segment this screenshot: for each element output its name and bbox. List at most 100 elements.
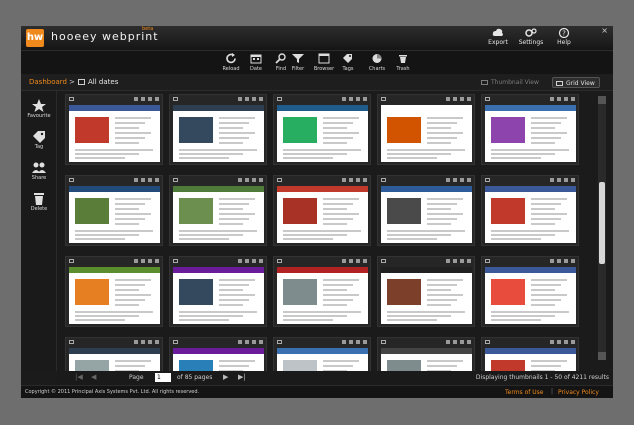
select-checkbox[interactable]: [485, 178, 490, 182]
settings-button[interactable]: Settings: [514, 28, 548, 49]
thumbnail-card[interactable]: [65, 256, 163, 327]
delete-icon[interactable]: [363, 259, 367, 263]
select-checkbox[interactable]: [381, 178, 386, 182]
delete-icon[interactable]: [467, 97, 471, 101]
page-thumbnail-image[interactable]: [485, 348, 576, 372]
delete-icon[interactable]: [571, 178, 575, 182]
share-icon[interactable]: [564, 97, 568, 101]
star-icon[interactable]: [550, 178, 554, 182]
tag-icon[interactable]: [557, 97, 561, 101]
page-thumbnail-image[interactable]: [381, 105, 472, 162]
favourite-button[interactable]: Favourite: [21, 97, 57, 125]
page-thumbnail-image[interactable]: [69, 105, 160, 162]
page-thumbnail-image[interactable]: [485, 186, 576, 243]
thumbnail-card[interactable]: [273, 256, 371, 327]
thumbnail-card[interactable]: [273, 337, 371, 372]
page-thumbnail-image[interactable]: [485, 267, 576, 324]
delete-icon[interactable]: [259, 178, 263, 182]
page-thumbnail-image[interactable]: [277, 186, 368, 243]
help-button[interactable]: ? Help: [547, 28, 581, 49]
star-icon[interactable]: [238, 340, 242, 344]
tag-icon[interactable]: [245, 178, 249, 182]
star-icon[interactable]: [238, 178, 242, 182]
select-checkbox[interactable]: [277, 178, 282, 182]
page-thumbnail-image[interactable]: [381, 186, 472, 243]
delete-icon[interactable]: [155, 97, 159, 101]
thumbnail-card[interactable]: [377, 256, 475, 327]
page-thumbnail-image[interactable]: [173, 267, 264, 324]
first-page-icon[interactable]: |◀: [75, 374, 83, 381]
breadcrumb-dashboard-link[interactable]: Dashboard: [29, 78, 67, 86]
thumbnail-card[interactable]: [65, 94, 163, 165]
date-button[interactable]: Date: [242, 53, 270, 74]
select-checkbox[interactable]: [173, 97, 178, 101]
filter-button[interactable]: Filter: [284, 53, 312, 74]
delete-icon[interactable]: [571, 97, 575, 101]
star-icon[interactable]: [342, 340, 346, 344]
star-icon[interactable]: [134, 259, 138, 263]
share-icon[interactable]: [252, 178, 256, 182]
tag-icon[interactable]: [141, 259, 145, 263]
select-checkbox[interactable]: [381, 97, 386, 101]
tag-icon[interactable]: [453, 97, 457, 101]
thumbnail-card[interactable]: [65, 337, 163, 372]
share-icon[interactable]: [356, 178, 360, 182]
page-thumbnail-image[interactable]: [69, 186, 160, 243]
share-icon[interactable]: [460, 259, 464, 263]
tag-icon[interactable]: [453, 340, 457, 344]
tag-button[interactable]: Tag: [21, 128, 57, 156]
tag-icon[interactable]: [557, 259, 561, 263]
page-thumbnail-image[interactable]: [69, 348, 160, 372]
share-icon[interactable]: [564, 178, 568, 182]
share-icon[interactable]: [252, 340, 256, 344]
page-thumbnail-image[interactable]: [277, 348, 368, 372]
delete-icon[interactable]: [363, 340, 367, 344]
select-checkbox[interactable]: [69, 97, 74, 101]
select-checkbox[interactable]: [485, 259, 490, 263]
select-checkbox[interactable]: [277, 259, 282, 263]
star-icon[interactable]: [550, 259, 554, 263]
select-checkbox[interactable]: [173, 340, 178, 344]
star-icon[interactable]: [342, 97, 346, 101]
page-thumbnail-image[interactable]: [381, 348, 472, 372]
page-number-input[interactable]: [155, 373, 171, 382]
export-button[interactable]: Export: [481, 28, 515, 49]
share-icon[interactable]: [252, 259, 256, 263]
share-icon[interactable]: [148, 340, 152, 344]
delete-icon[interactable]: [363, 97, 367, 101]
share-icon[interactable]: [148, 97, 152, 101]
delete-icon[interactable]: [363, 178, 367, 182]
delete-icon[interactable]: [155, 178, 159, 182]
share-icon[interactable]: [356, 340, 360, 344]
share-icon[interactable]: [460, 97, 464, 101]
delete-icon[interactable]: [259, 340, 263, 344]
tag-icon[interactable]: [141, 97, 145, 101]
select-checkbox[interactable]: [485, 97, 490, 101]
star-icon[interactable]: [550, 340, 554, 344]
share-icon[interactable]: [148, 178, 152, 182]
trash-button[interactable]: Trash: [389, 53, 417, 74]
delete-icon[interactable]: [467, 259, 471, 263]
share-icon[interactable]: [252, 97, 256, 101]
tag-icon[interactable]: [453, 259, 457, 263]
share-icon[interactable]: [460, 178, 464, 182]
thumbnail-card[interactable]: [481, 337, 579, 372]
share-icon[interactable]: [460, 340, 464, 344]
page-thumbnail-image[interactable]: [277, 105, 368, 162]
thumbnail-card[interactable]: [169, 94, 267, 165]
share-icon[interactable]: [356, 97, 360, 101]
star-icon[interactable]: [134, 97, 138, 101]
next-page-icon[interactable]: ▶: [223, 374, 231, 381]
thumbnail-card[interactable]: [273, 175, 371, 246]
vertical-scrollbar[interactable]: [598, 96, 606, 360]
select-checkbox[interactable]: [69, 178, 74, 182]
delete-icon[interactable]: [571, 340, 575, 344]
tag-icon[interactable]: [453, 178, 457, 182]
tag-icon[interactable]: [557, 178, 561, 182]
last-page-icon[interactable]: ▶|: [238, 374, 246, 381]
select-checkbox[interactable]: [277, 97, 282, 101]
share-icon[interactable]: [564, 259, 568, 263]
delete-icon[interactable]: [155, 340, 159, 344]
star-icon[interactable]: [446, 178, 450, 182]
star-icon[interactable]: [342, 259, 346, 263]
